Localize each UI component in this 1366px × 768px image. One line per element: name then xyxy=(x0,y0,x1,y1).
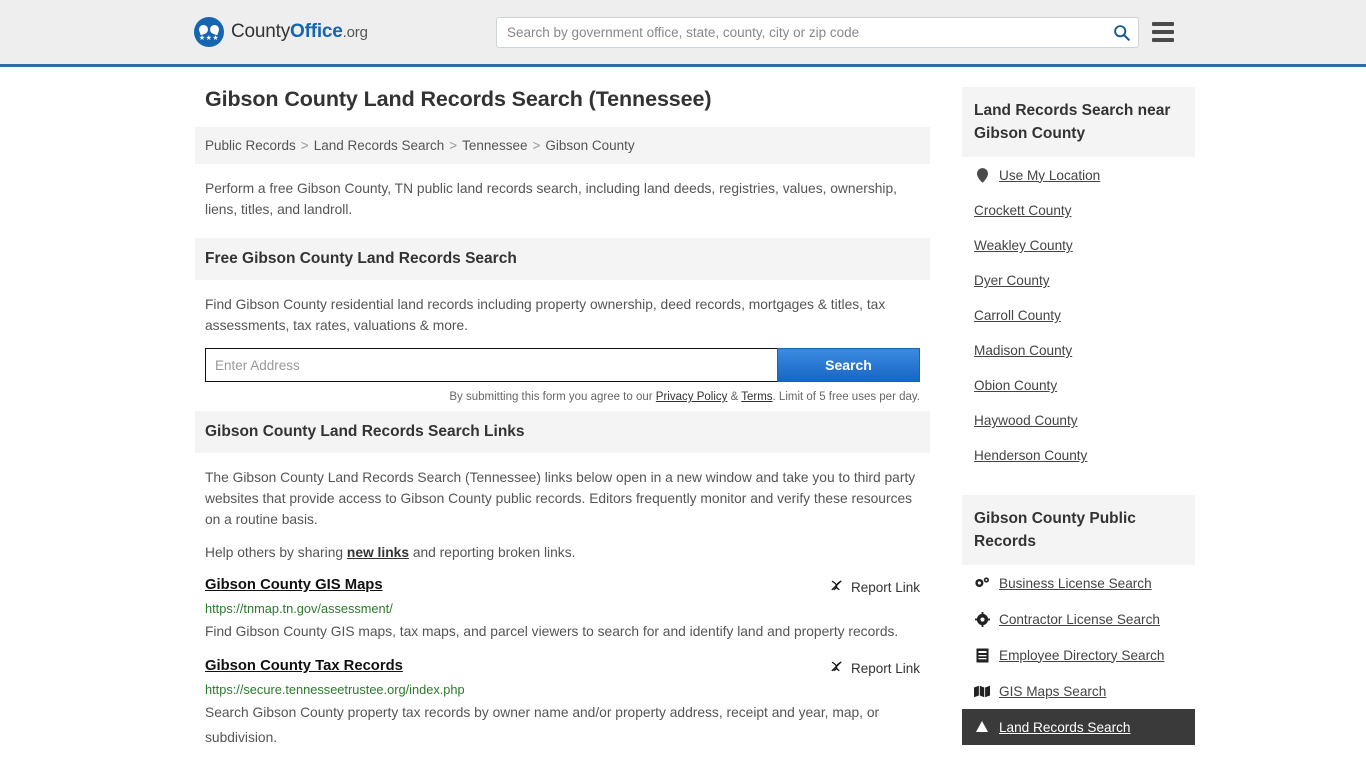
sidebar-link-label[interactable]: Contractor License Search xyxy=(999,612,1160,627)
breadcrumb-separator: > xyxy=(300,138,309,153)
header-search-bar[interactable] xyxy=(496,16,1139,48)
sidebar-link-label[interactable]: Madison County xyxy=(974,343,1072,358)
brand-part-org: .org xyxy=(342,24,368,41)
sidebar-link-label[interactable]: Crockett County xyxy=(974,203,1071,218)
sidebar: Land Records Search near Gibson County U… xyxy=(962,87,1195,750)
sidebar-item-haywood-county[interactable]: Haywood County xyxy=(962,403,1195,438)
breadcrumb-item-land-records-search[interactable]: Land Records Search xyxy=(314,138,445,153)
sidebar-link-label[interactable]: Use My Location xyxy=(999,168,1100,183)
breadcrumb-item-gibson-county[interactable]: Gibson County xyxy=(545,138,634,153)
sidebar-link-label[interactable]: Business License Search xyxy=(999,576,1152,591)
report-link-label: Report Link xyxy=(850,579,920,595)
page-title: Gibson County Land Records Search (Tenne… xyxy=(205,87,712,111)
brand-text: CountyOffice.org xyxy=(231,21,368,43)
sidebar-link-label[interactable]: Henderson County xyxy=(974,448,1087,463)
help-others-paragraph: Help others by sharing new links and rep… xyxy=(205,542,920,563)
help-before: Help others by sharing xyxy=(205,545,347,560)
breadcrumb-separator: > xyxy=(449,138,458,153)
breadcrumb: Public Records > Land Records Search > Tenne… xyxy=(195,127,930,164)
map-icon xyxy=(974,683,990,699)
free-search-body: Find Gibson County residential land reco… xyxy=(195,280,930,336)
search-icon[interactable] xyxy=(1104,24,1138,41)
help-after: and reporting broken links. xyxy=(409,545,576,560)
sidebar-item-employee-directory-search[interactable]: Employee Directory Search xyxy=(962,637,1195,673)
document-icon xyxy=(974,647,990,663)
result-title-link[interactable]: Gibson County GIS Maps xyxy=(205,577,383,593)
sidebar-link-label[interactable]: Land Records Search xyxy=(999,720,1130,735)
site-header: ★★★ CountyOffice.org xyxy=(0,0,1366,67)
sidebar-block-nearby: Land Records Search near Gibson County U… xyxy=(962,87,1195,473)
result-description: Search Gibson County property tax record… xyxy=(205,705,880,745)
map-pin-icon xyxy=(974,167,990,183)
search-links-paragraph: The Gibson County Land Records Search (T… xyxy=(205,470,916,527)
free-search-description: Find Gibson County residential land reco… xyxy=(205,297,886,333)
report-link-label: Report Link xyxy=(850,660,920,676)
sidebar-item-madison-county[interactable]: Madison County xyxy=(962,333,1195,368)
sidebar-item-contractor-license-search[interactable]: Contractor License Search xyxy=(962,601,1195,637)
result-url: https://secure.tennesseetrustee.org/inde… xyxy=(205,682,465,697)
terms-link[interactable]: Terms xyxy=(741,391,772,403)
address-search-form: Search xyxy=(205,348,920,382)
free-search-heading: Free Gibson County Land Records Search xyxy=(195,238,930,280)
sidebar-link-label[interactable]: Haywood County xyxy=(974,413,1078,428)
sidebar-link-label[interactable]: Dyer County xyxy=(974,273,1050,288)
result-title-link[interactable]: Gibson County Tax Records xyxy=(205,658,403,674)
hamburger-menu-icon[interactable] xyxy=(1152,22,1174,42)
sidebar-item-land-records-search[interactable]: Land Records Search xyxy=(962,709,1195,745)
sidebar-heading-public-records: Gibson County Public Records xyxy=(962,495,1195,565)
breadcrumb-item-public-records[interactable]: Public Records xyxy=(205,138,296,153)
sidebar-link-label[interactable]: GIS Maps Search xyxy=(999,684,1106,699)
fineprint-amp: & xyxy=(727,391,742,403)
result-item: Gibson County GIS Maps Report Link https… xyxy=(195,577,930,644)
site-logo[interactable]: ★★★ CountyOffice.org xyxy=(194,17,368,47)
gear-icon xyxy=(974,611,990,627)
broken-link-icon xyxy=(829,578,844,596)
report-link-button[interactable]: Report Link xyxy=(829,577,920,596)
eagle-logo-icon: ★★★ xyxy=(194,17,224,47)
sidebar-item-weakley-county[interactable]: Weakley County xyxy=(962,228,1195,263)
sidebar-block-public-records: Gibson County Public Records Business Li… xyxy=(962,495,1195,745)
brand-part-office: Office xyxy=(290,21,343,42)
search-links-heading: Gibson County Land Records Search Links xyxy=(195,411,930,453)
broken-link-icon xyxy=(829,659,844,677)
form-fineprint: By submitting this form you agree to our… xyxy=(205,391,920,403)
sidebar-item-use-my-location[interactable]: Use My Location xyxy=(962,157,1195,193)
brand-part-county: County xyxy=(231,21,291,42)
sidebar-item-business-license-search[interactable]: Business License Search xyxy=(962,565,1195,601)
main-column: Gibson County Land Records Search (Tenne… xyxy=(195,87,930,750)
gears-icon xyxy=(974,575,990,591)
sidebar-heading-nearby: Land Records Search near Gibson County xyxy=(962,87,1195,157)
sidebar-item-obion-county[interactable]: Obion County xyxy=(962,368,1195,403)
public-records-list: Business License Search Contractor Licen… xyxy=(962,565,1195,745)
sidebar-item-gis-maps-search[interactable]: GIS Maps Search xyxy=(962,673,1195,709)
sidebar-link-label[interactable]: Employee Directory Search xyxy=(999,648,1164,663)
result-item: Gibson County Tax Records Report Link ht… xyxy=(195,658,930,750)
address-input[interactable] xyxy=(205,348,777,382)
sidebar-link-label[interactable]: Weakley County xyxy=(974,238,1073,253)
logo-stars: ★★★ xyxy=(198,34,220,42)
new-links-link[interactable]: new links xyxy=(347,545,409,560)
sidebar-link-label[interactable]: Carroll County xyxy=(974,308,1061,323)
page-intro-text: Perform a free Gibson County, TN public … xyxy=(205,181,897,217)
sidebar-item-crockett-county[interactable]: Crockett County xyxy=(962,193,1195,228)
breadcrumb-separator: > xyxy=(532,138,541,153)
address-search-button[interactable]: Search xyxy=(777,348,920,382)
result-description: Find Gibson County GIS maps, tax maps, a… xyxy=(205,624,899,639)
fineprint-before: By submitting this form you agree to our xyxy=(449,391,656,403)
result-url: https://tnmap.tn.gov/assessment/ xyxy=(205,601,393,616)
sidebar-item-carroll-county[interactable]: Carroll County xyxy=(962,298,1195,333)
privacy-policy-link[interactable]: Privacy Policy xyxy=(656,391,728,403)
report-link-button[interactable]: Report Link xyxy=(829,658,920,677)
search-input[interactable] xyxy=(497,17,1104,47)
land-icon xyxy=(974,719,990,735)
sidebar-item-dyer-county[interactable]: Dyer County xyxy=(962,263,1195,298)
fineprint-after: . Limit of 5 free uses per day. xyxy=(772,391,920,403)
search-links-body: The Gibson County Land Records Search (T… xyxy=(195,453,930,563)
breadcrumb-item-tennessee[interactable]: Tennessee xyxy=(462,138,527,153)
sidebar-link-label[interactable]: Obion County xyxy=(974,378,1057,393)
sidebar-item-henderson-county[interactable]: Henderson County xyxy=(962,438,1195,473)
page-body: Gibson County Land Records Search (Tenne… xyxy=(0,67,1366,750)
nearby-county-list: Use My Location Crockett County Weakley … xyxy=(962,157,1195,473)
